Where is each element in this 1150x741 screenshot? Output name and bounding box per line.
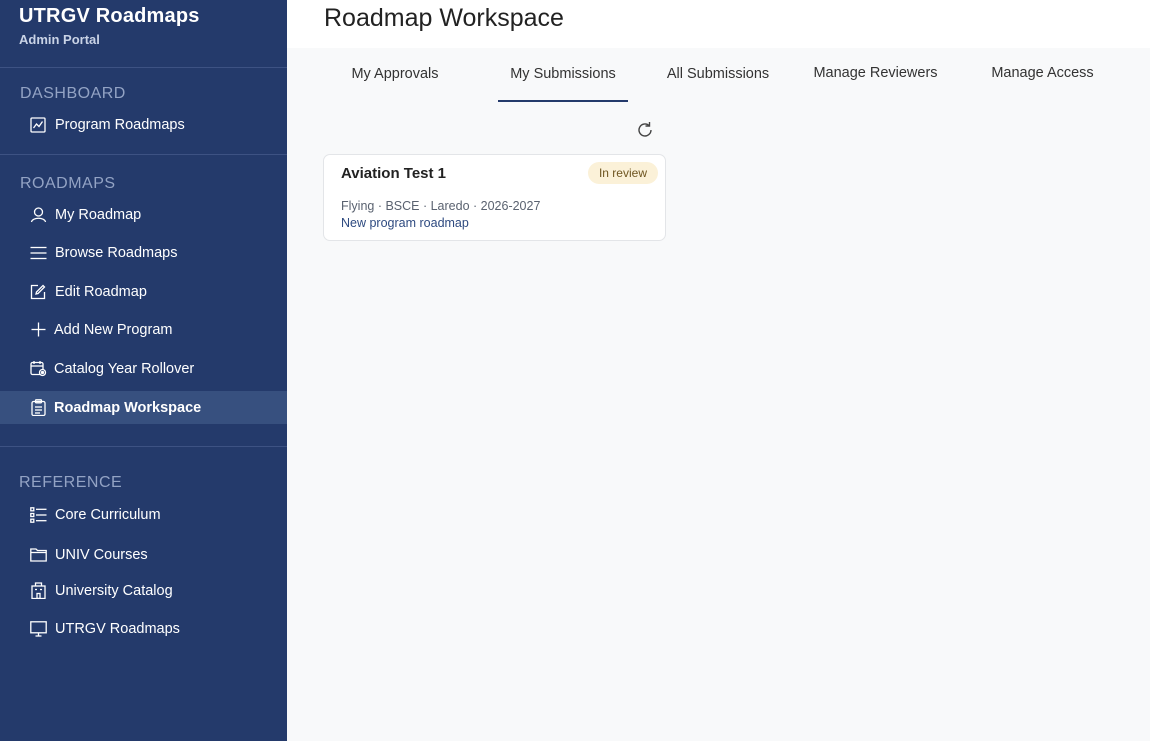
sidebar-item-program-roadmaps[interactable]: Program Roadmaps [0, 108, 287, 141]
sidebar-item-my-roadmap[interactable]: My Roadmap [0, 198, 287, 231]
sidebar-item-label: Roadmap Workspace [54, 399, 202, 416]
sidebar-item-univ-courses[interactable]: UNIV Courses [0, 538, 287, 571]
submission-card[interactable]: Aviation Test 1 In review Flying · BSCE … [323, 154, 666, 241]
sidebar-item-label: Add New Program [54, 321, 173, 338]
folder-icon [29, 546, 47, 564]
chart-icon [29, 116, 47, 134]
building-icon [29, 582, 47, 600]
tab-manage-access[interactable]: Manage Access [987, 65, 1098, 99]
card-description: New program roadmap [341, 216, 469, 230]
tab-my-approvals[interactable]: My Approvals [327, 66, 463, 100]
sidebar-divider [0, 67, 287, 68]
card-title: Aviation Test 1 [341, 165, 447, 182]
sidebar-item-label: UNIV Courses [55, 546, 148, 563]
section-label-reference: REFERENCE [19, 474, 123, 491]
brand: UTRGV Roadmaps Admin Portal [19, 5, 200, 47]
tab-all-submissions[interactable]: All Submissions [665, 66, 771, 100]
plus-icon [29, 321, 47, 339]
sidebar-item-label: Program Roadmaps [55, 116, 185, 133]
section-label-dashboard: DASHBOARD [20, 85, 126, 102]
sidebar-item-edit-roadmap[interactable]: Edit Roadmap [0, 275, 287, 308]
sidebar-item-add-new-program[interactable]: Add New Program [0, 313, 287, 346]
tab-my-submissions[interactable]: My Submissions [498, 66, 628, 102]
page-header: Roadmap Workspace [287, 0, 1150, 48]
tab-manage-reviewers[interactable]: Manage Reviewers [813, 65, 938, 99]
sidebar-item-browse-roadmaps[interactable]: Browse Roadmaps [0, 236, 287, 269]
sidebar-divider [0, 446, 287, 447]
brand-subtitle: Admin Portal [19, 32, 100, 47]
bullet-list-icon [29, 506, 47, 524]
card-meta: Flying · BSCE · Laredo · 2026-2027 [341, 199, 541, 213]
sidebar-item-label: Core Curriculum [55, 506, 161, 523]
refresh-icon[interactable] [634, 119, 656, 141]
brand-title: UTRGV Roadmaps [19, 5, 200, 27]
page-title: Roadmap Workspace [324, 4, 564, 32]
clipboard-icon [29, 399, 47, 417]
sidebar-item-label: Catalog Year Rollover [54, 360, 195, 377]
main-content: Roadmap Workspace My Approvals My Submis… [287, 0, 1150, 741]
section-label-roadmaps: ROADMAPS [20, 175, 116, 192]
sidebar-item-utrgv-roadmaps[interactable]: UTRGV Roadmaps [0, 612, 287, 645]
sidebar-item-roadmap-workspace[interactable]: Roadmap Workspace [0, 391, 287, 424]
user-icon [29, 206, 47, 224]
sidebar-item-label: Browse Roadmaps [55, 244, 178, 261]
sidebar-item-label: My Roadmap [55, 206, 142, 223]
sidebar-item-label: UTRGV Roadmaps [55, 620, 180, 637]
sidebar-divider [0, 154, 287, 155]
status-badge: In review [587, 162, 658, 184]
sidebar: UTRGV Roadmaps Admin Portal DASHBOARD Pr… [0, 0, 287, 741]
sidebar-item-label: University Catalog [55, 582, 173, 599]
list-icon [29, 244, 47, 262]
monitor-icon [29, 620, 47, 638]
sidebar-item-core-curriculum[interactable]: Core Curriculum [0, 498, 287, 531]
edit-icon [29, 283, 47, 301]
sidebar-item-catalog-year-rollover[interactable]: Catalog Year Rollover [0, 352, 287, 385]
calendar-settings-icon [29, 360, 47, 378]
sidebar-item-university-catalog[interactable]: University Catalog [0, 574, 287, 607]
sidebar-item-label: Edit Roadmap [55, 283, 147, 300]
